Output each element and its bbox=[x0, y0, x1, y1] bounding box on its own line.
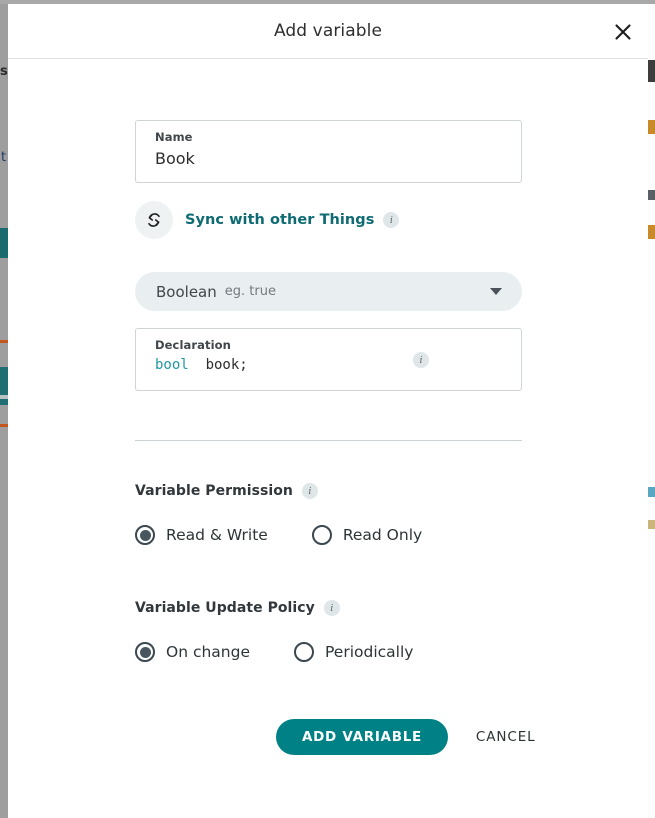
radio-mark-icon bbox=[135, 642, 155, 662]
background-gray-line-1 bbox=[0, 395, 8, 399]
declaration-input[interactable]: Declaration bool book; bbox=[135, 328, 522, 391]
sync-label: Sync with other Things bbox=[185, 212, 375, 228]
declaration-info-icon[interactable]: i bbox=[413, 352, 429, 368]
declaration-variable-name: book bbox=[205, 357, 240, 373]
declaration-code: bool book; bbox=[155, 357, 248, 373]
variable-permission-options: Read & Write Read Only bbox=[135, 525, 422, 545]
radio-mark-icon bbox=[311, 525, 332, 545]
radio-mark-icon bbox=[294, 642, 314, 662]
dialog-actions: ADD VARIABLE CANCEL bbox=[276, 719, 536, 755]
variable-update-policy-heading: Variable Update Policy i bbox=[135, 600, 340, 616]
name-value: Book bbox=[155, 149, 195, 168]
variable-type-value: Boolean bbox=[156, 282, 217, 301]
variable-permission-title: Variable Permission bbox=[135, 483, 293, 499]
variable-permission-heading: Variable Permission i bbox=[135, 483, 318, 499]
radio-on-change[interactable]: On change bbox=[135, 642, 250, 662]
variable-update-policy-info-icon[interactable]: i bbox=[323, 600, 340, 616]
sync-with-other-things-toggle[interactable]: Sync with other Things i bbox=[135, 200, 400, 240]
add-variable-button[interactable]: ADD VARIABLE bbox=[276, 719, 448, 755]
variable-update-policy-title: Variable Update Policy bbox=[135, 600, 315, 616]
variable-type-hint: eg. true bbox=[224, 284, 276, 299]
section-divider bbox=[135, 440, 522, 441]
declaration-terminator: ; bbox=[239, 357, 248, 373]
dialog-header: Add variable bbox=[8, 4, 648, 59]
dialog-title: Add variable bbox=[273, 21, 383, 41]
background-amber-block-1 bbox=[648, 120, 655, 134]
chevron-down-icon bbox=[490, 288, 502, 295]
variable-update-policy-options: On change Periodically bbox=[135, 642, 413, 662]
add-variable-dialog: Add variable Name Book Sync with other T… bbox=[8, 4, 648, 818]
name-input[interactable]: Name Book bbox=[135, 120, 522, 183]
declaration-type-keyword: bool bbox=[155, 357, 189, 373]
background-teal-block-2 bbox=[0, 367, 8, 405]
radio-read-only[interactable]: Read Only bbox=[311, 525, 423, 545]
radio-read-and-write[interactable]: Read & Write bbox=[135, 525, 268, 545]
radio-periodically-label: Periodically bbox=[325, 643, 414, 661]
radio-read-only-label: Read Only bbox=[342, 526, 423, 544]
radio-read-and-write-label: Read & Write bbox=[166, 526, 268, 544]
background-tan-block bbox=[648, 520, 655, 529]
cancel-button[interactable]: CANCEL bbox=[476, 729, 536, 745]
background-orange-line-2 bbox=[0, 424, 8, 427]
dialog-body: Name Book Sync with other Things i Boole… bbox=[8, 59, 648, 817]
background-gray-block bbox=[648, 190, 655, 200]
declaration-label: Declaration bbox=[155, 338, 231, 352]
variable-permission-info-icon[interactable]: i bbox=[301, 483, 318, 499]
background-dark-block bbox=[648, 60, 655, 82]
background-orange-line-1 bbox=[0, 340, 8, 343]
background-teal-block-1 bbox=[0, 228, 8, 258]
sync-info-icon[interactable]: i bbox=[383, 212, 400, 228]
variable-type-select[interactable]: Boolean eg. true bbox=[135, 272, 522, 311]
radio-periodically[interactable]: Periodically bbox=[294, 642, 413, 662]
background-amber-block-2 bbox=[648, 225, 655, 239]
close-icon[interactable] bbox=[609, 18, 637, 46]
background-blue-block bbox=[648, 487, 655, 497]
name-label: Name bbox=[155, 130, 193, 144]
radio-mark-icon bbox=[135, 525, 155, 545]
radio-on-change-label: On change bbox=[166, 643, 250, 661]
background-page-left-strip bbox=[0, 0, 8, 818]
sync-icon bbox=[135, 201, 173, 239]
